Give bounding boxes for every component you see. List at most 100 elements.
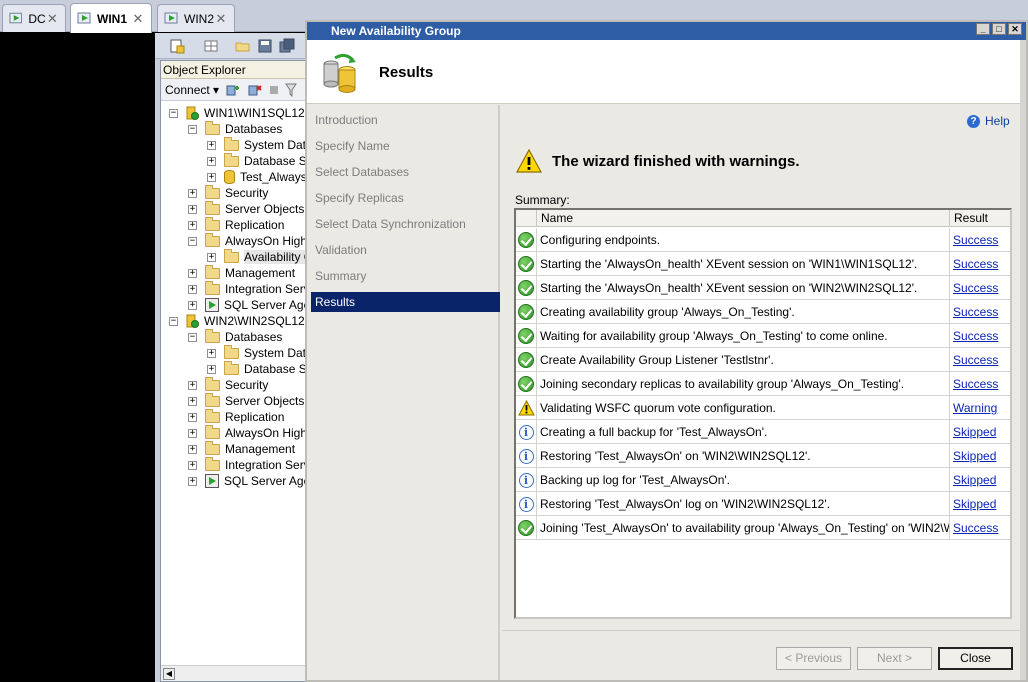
horizontal-scrollbar[interactable]: ◀	[161, 665, 311, 681]
result-link[interactable]: Success	[950, 516, 1010, 540]
result-link[interactable]: Success	[950, 324, 1010, 348]
tree-node[interactable]: + Server Objects	[188, 200, 304, 217]
nav-step[interactable]: Select Databases	[311, 162, 500, 182]
expand-icon[interactable]: +	[207, 252, 216, 262]
tree-node[interactable]: + SQL Server Agent	[188, 473, 320, 489]
close-icon[interactable]: ✕	[214, 11, 228, 26]
collapse-icon[interactable]: −	[188, 236, 197, 246]
connect-server-icon[interactable]	[225, 82, 241, 98]
status-cell	[516, 252, 537, 276]
name-column-header[interactable]: Name	[537, 210, 950, 227]
help-link[interactable]: ? Help	[967, 114, 1010, 128]
result-link[interactable]: Success	[950, 252, 1010, 276]
expand-icon[interactable]: +	[188, 444, 197, 454]
close-icon[interactable]: ✕	[46, 11, 59, 26]
tree-node[interactable]: + Replication	[188, 408, 284, 425]
expand-icon[interactable]: +	[188, 188, 197, 198]
result-column-header[interactable]: Result	[950, 210, 1010, 227]
disconnect-server-icon[interactable]	[247, 82, 263, 98]
nav-step[interactable]: Specify Name	[311, 136, 500, 156]
expand-icon[interactable]: +	[207, 364, 216, 374]
table-row: i Creating a full backup for 'Test_Always…	[516, 420, 1010, 444]
expand-icon[interactable]: +	[188, 476, 197, 486]
vm-tab-dc[interactable]: DC ✕	[2, 4, 66, 32]
save-icon[interactable]	[257, 38, 273, 54]
status-banner: The wizard finished with warnings.	[516, 149, 800, 173]
expand-icon[interactable]: +	[188, 460, 197, 470]
expand-icon[interactable]: +	[207, 172, 216, 182]
collapse-icon[interactable]: −	[188, 124, 197, 134]
result-link[interactable]: Skipped	[950, 444, 1010, 468]
expand-icon[interactable]: +	[188, 284, 197, 294]
nav-step[interactable]: Select Data Synchronization	[311, 214, 500, 234]
expand-icon[interactable]: +	[188, 428, 197, 438]
save-all-icon[interactable]	[279, 38, 295, 54]
tree-node[interactable]: − Databases	[188, 120, 282, 137]
maximize-icon[interactable]: □	[992, 23, 1006, 35]
grid-icon[interactable]	[203, 38, 219, 54]
nav-step[interactable]: Specify Replicas	[311, 188, 500, 208]
tree-node[interactable]: + Management	[188, 440, 295, 457]
new-query-icon[interactable]	[169, 38, 185, 54]
collapse-icon[interactable]: −	[169, 108, 178, 118]
scroll-left-icon[interactable]: ◀	[163, 668, 175, 680]
result-link[interactable]: Skipped	[950, 492, 1010, 516]
expand-icon[interactable]: +	[207, 348, 216, 358]
table-row: Starting the 'AlwaysOn_health' XEvent se…	[516, 252, 1010, 276]
nav-step[interactable]: Introduction	[311, 110, 500, 130]
filter-icon[interactable]	[285, 83, 298, 97]
collapse-icon[interactable]: −	[188, 332, 197, 342]
expand-icon[interactable]: +	[207, 156, 216, 166]
tree-node[interactable]: + Security	[188, 184, 268, 201]
folder-icon	[205, 440, 220, 455]
database-icon	[224, 170, 235, 184]
next-button[interactable]: Next >	[857, 647, 932, 670]
result-link[interactable]: Success	[950, 348, 1010, 372]
result-link[interactable]: Success	[950, 372, 1010, 396]
vm-tab-win1[interactable]: WIN1 ✕	[70, 3, 152, 33]
result-link[interactable]: Success	[950, 228, 1010, 252]
action-name: Backing up log for 'Test_AlwaysOn'.	[537, 468, 950, 492]
ssms-toolbar	[155, 33, 310, 59]
vm-tab-win2[interactable]: WIN2 ✕	[157, 4, 235, 32]
expand-icon[interactable]: +	[188, 412, 197, 422]
close-icon[interactable]: ✕	[131, 11, 145, 26]
connect-label: Connect	[165, 82, 210, 97]
nav-step[interactable]: Validation	[311, 240, 500, 260]
tree-node[interactable]: − Databases	[188, 328, 282, 345]
tree-node[interactable]: + Security	[188, 376, 268, 393]
vm-desktop-background	[0, 33, 155, 682]
previous-button[interactable]: < Previous	[776, 647, 851, 670]
expand-icon[interactable]: +	[188, 220, 197, 230]
result-link[interactable]: Skipped	[950, 420, 1010, 444]
expand-icon[interactable]: +	[188, 204, 197, 214]
nav-step[interactable]: Summary	[311, 266, 500, 286]
window-titlebar[interactable]: New Availability Group _ □ ✕	[307, 22, 1026, 40]
result-link[interactable]: Success	[950, 300, 1010, 324]
result-link[interactable]: Success	[950, 276, 1010, 300]
expand-icon[interactable]: +	[188, 300, 197, 310]
tree-node[interactable]: + Management	[188, 264, 295, 281]
expand-icon[interactable]: +	[207, 140, 216, 150]
connect-button[interactable]: Connect ▾	[165, 83, 219, 97]
expand-icon[interactable]: +	[188, 380, 197, 390]
expand-icon[interactable]: +	[188, 268, 197, 278]
result-link[interactable]: Skipped	[950, 468, 1010, 492]
action-name: Starting the 'AlwaysOn_health' XEvent se…	[537, 252, 950, 276]
expand-icon[interactable]: +	[188, 396, 197, 406]
close-icon[interactable]: ✕	[1008, 23, 1022, 35]
result-link[interactable]: Warning	[950, 396, 1010, 420]
success-check-icon	[518, 376, 534, 392]
stop-icon[interactable]	[269, 85, 279, 95]
collapse-icon[interactable]: −	[169, 316, 178, 326]
warning-icon	[517, 399, 535, 416]
minimize-icon[interactable]: _	[976, 23, 990, 35]
tree-node[interactable]: + Server Objects	[188, 392, 304, 409]
close-button[interactable]: Close	[938, 647, 1013, 670]
open-folder-icon[interactable]	[235, 38, 251, 54]
tree-node[interactable]: + SQL Server Agent	[188, 297, 320, 313]
table-row: Joining 'Test_AlwaysOn' to availability …	[516, 516, 1010, 540]
nav-step[interactable]: Results	[311, 292, 500, 312]
action-name: Validating WSFC quorum vote configuratio…	[537, 396, 950, 420]
tree-node[interactable]: + Replication	[188, 216, 284, 233]
